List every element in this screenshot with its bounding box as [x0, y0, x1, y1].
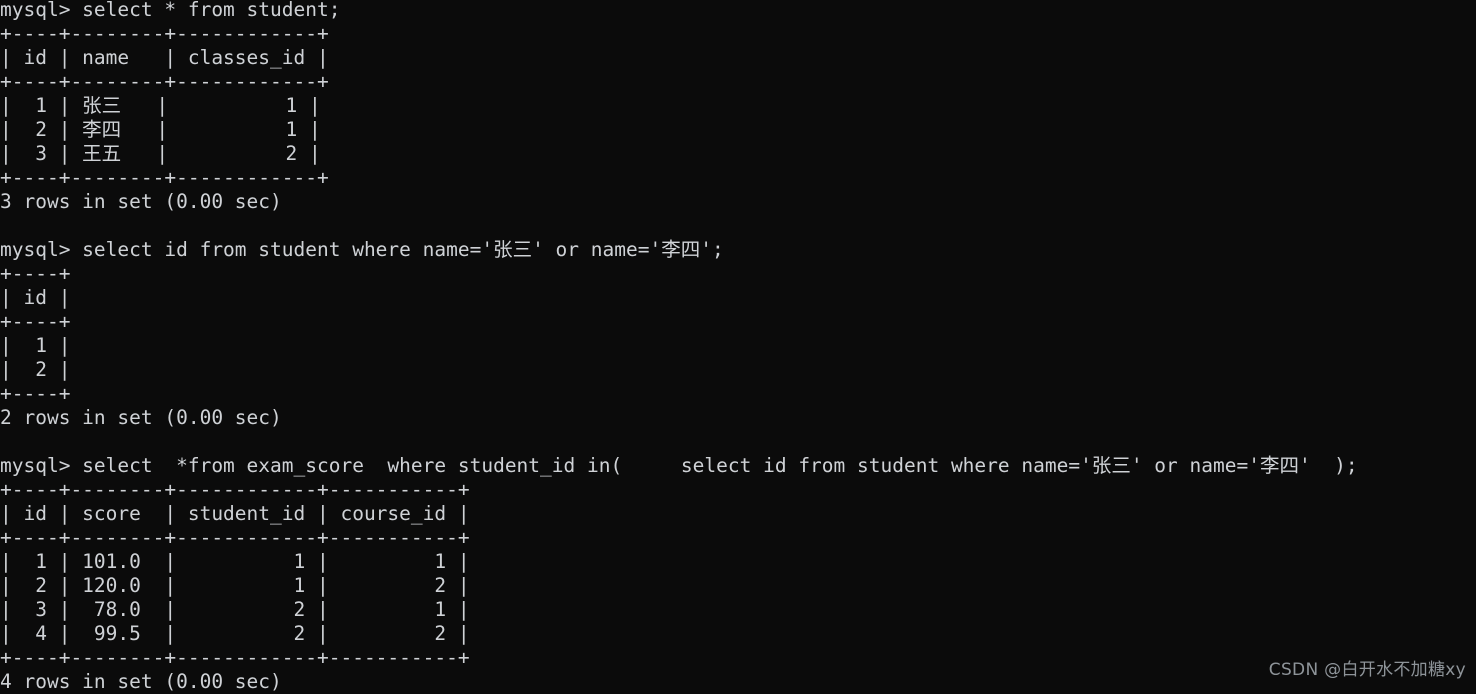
terminal-output-line: +----+: [0, 310, 71, 333]
terminal-output-line: | 4 | 99.5 | 2 | 2 |: [0, 622, 470, 645]
terminal-output-line: +----+--------+------------+-----------+: [0, 526, 470, 549]
terminal-output-line: [0, 214, 1476, 238]
terminal-output-line: | 3 | 王五 | 2 |: [0, 142, 321, 165]
terminal-command-line: mysql> select id from student where name…: [0, 238, 724, 261]
terminal-command-line: mysql> select * from student;: [0, 0, 341, 21]
terminal-command-line: mysql> select *from exam_score where stu…: [0, 454, 1358, 477]
terminal-output-line: | 1 |: [0, 334, 71, 357]
terminal-output-line: +----+: [0, 262, 71, 285]
terminal-output-line: +----+--------+------------+: [0, 70, 329, 93]
terminal-output-line: | id | score | student_id | course_id |: [0, 502, 470, 525]
terminal-output-line: 2 rows in set (0.00 sec): [0, 406, 282, 429]
terminal-output-line: | 2 |: [0, 358, 71, 381]
terminal-output-line: | id | name | classes_id |: [0, 46, 329, 69]
terminal-output-line: +----+: [0, 382, 71, 405]
terminal-output-line: +----+--------+------------+: [0, 166, 329, 189]
terminal-output-line: [0, 430, 1476, 454]
csdn-watermark: CSDN @白开水不加糖xy: [1268, 660, 1466, 680]
terminal-window[interactable]: mysql> select * from student; +----+-----…: [0, 0, 1476, 693]
terminal-output-line: +----+--------+------------+-----------+: [0, 478, 470, 501]
terminal-output-line: | 2 | 李四 | 1 |: [0, 118, 321, 141]
terminal-output[interactable]: mysql> select * from student; +----+-----…: [0, 0, 1476, 694]
terminal-output-line: +----+--------+------------+: [0, 22, 329, 45]
terminal-output-line: 3 rows in set (0.00 sec): [0, 190, 282, 213]
terminal-output-line: +----+--------+------------+-----------+: [0, 646, 470, 669]
terminal-output-line: | 3 | 78.0 | 2 | 1 |: [0, 598, 470, 621]
terminal-output-line: | 1 | 101.0 | 1 | 1 |: [0, 550, 470, 573]
terminal-output-line: 4 rows in set (0.00 sec): [0, 670, 282, 693]
terminal-output-line: | id |: [0, 286, 71, 309]
terminal-output-line: | 2 | 120.0 | 1 | 2 |: [0, 574, 470, 597]
terminal-output-line: | 1 | 张三 | 1 |: [0, 94, 321, 117]
